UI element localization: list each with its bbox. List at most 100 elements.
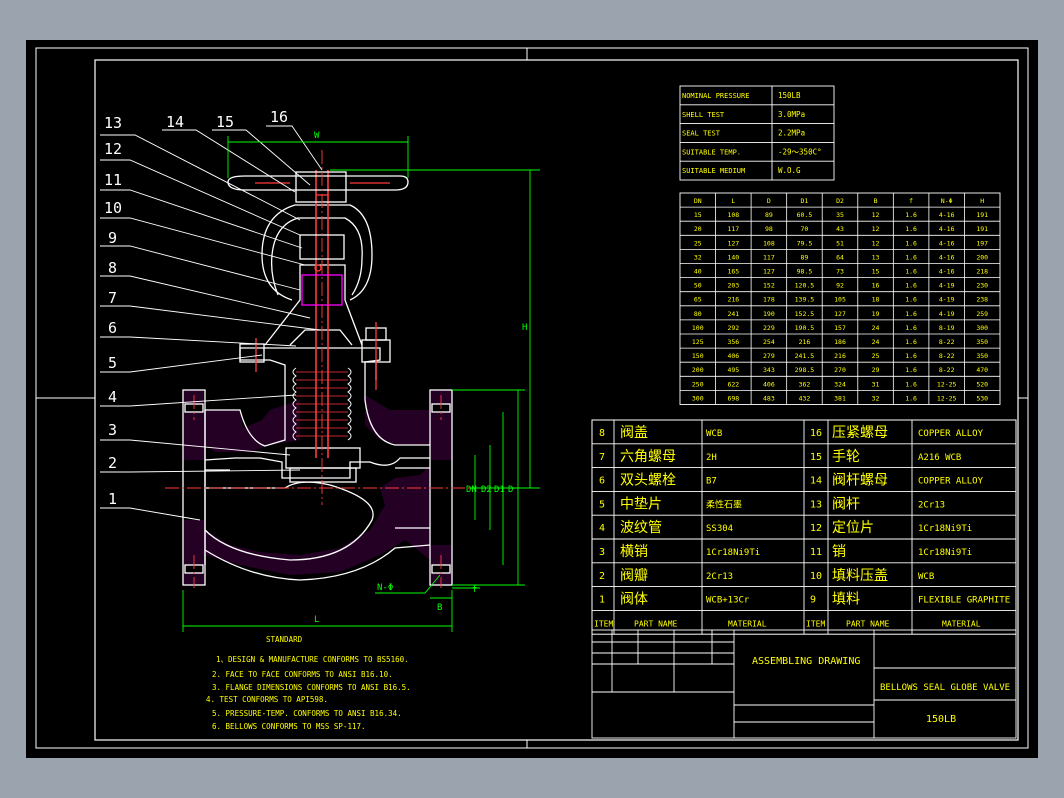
dim-table-cell: 1.6 xyxy=(905,225,917,233)
dim-table-cell: 29 xyxy=(872,366,880,374)
bom-item-no: 9 xyxy=(810,595,816,606)
dim-table-cell: 117 xyxy=(727,225,739,233)
bom-part-name: 填料 xyxy=(832,592,860,608)
bom-item-no: 2 xyxy=(599,571,605,582)
dim-table-cell: 40 xyxy=(694,268,702,276)
dim-table-cell: 108 xyxy=(727,211,739,219)
spec-label: SUITABLE MEDIUM xyxy=(682,167,745,175)
dim-table-cell: 12 xyxy=(872,211,880,219)
spec-label: SHELL TEST xyxy=(682,111,725,119)
bom-item-no: 15 xyxy=(810,452,822,463)
dim-table-cell: 98 xyxy=(765,225,773,233)
spec-value: W.O.G xyxy=(778,166,801,175)
dim-table-cell: 35 xyxy=(836,211,844,219)
bom-part-name: 销 xyxy=(832,544,846,560)
dim-table-cell: 127 xyxy=(727,239,739,247)
dim-label-bolt-holes: N-Φ xyxy=(377,583,393,593)
dim-table-cell: 406 xyxy=(763,380,775,388)
callout-13: 13 xyxy=(104,114,122,132)
dim-table-cell: 622 xyxy=(727,380,739,388)
bom-header-item: ITEM xyxy=(806,619,825,628)
bom-item-no: 14 xyxy=(810,476,822,487)
dim-label-dn: DN xyxy=(466,485,477,495)
bom-part-name: 双头螺栓 xyxy=(620,473,676,489)
dim-table-cell: 190.5 xyxy=(795,324,815,332)
standard-note-4: 4. TEST CONFORMS TO API598. xyxy=(206,695,328,704)
dim-table-cell: 279 xyxy=(763,352,775,360)
dim-table-cell: 1.6 xyxy=(905,282,917,290)
bom-header-item: ITEM xyxy=(594,619,613,628)
callout-6: 6 xyxy=(108,319,117,337)
dim-table-cell: 530 xyxy=(976,394,988,402)
bom-material: 2Cr13 xyxy=(918,500,945,510)
dim-table-cell: 483 xyxy=(763,394,775,402)
dim-table-cell: 32 xyxy=(694,253,702,261)
dim-table-cell: 20 xyxy=(694,225,702,233)
dim-table-cell: 89 xyxy=(765,211,773,219)
dim-table-cell: 79.5 xyxy=(797,239,813,247)
dim-table-cell: 89 xyxy=(801,253,809,261)
dim-table-cell: 19 xyxy=(872,310,880,318)
dim-table-cell: 98.5 xyxy=(797,268,813,276)
bom-item-no: 12 xyxy=(810,523,822,534)
dim-label-l: L xyxy=(314,615,319,625)
bom-part-name: 阀体 xyxy=(620,592,648,608)
dim-table-cell: 8-22 xyxy=(939,338,955,346)
bom-part-name: 中垫片 xyxy=(620,496,662,512)
bom-material: 1Cr18Ni9Ti xyxy=(706,548,760,558)
dim-table-header: L xyxy=(731,197,735,205)
bom-item-no: 1 xyxy=(599,595,605,606)
dim-table-cell: 8-22 xyxy=(939,366,955,374)
bom-material: FLEXIBLE GRAPHITE xyxy=(918,596,1010,606)
dim-table-cell: 31 xyxy=(872,380,880,388)
bom-material: WCB+13Cr xyxy=(706,596,750,606)
dim-table-cell: 1.6 xyxy=(905,268,917,276)
dim-table-cell: 12-25 xyxy=(937,394,957,402)
dim-table-cell: 698 xyxy=(727,394,739,402)
dim-table-cell: 64 xyxy=(836,253,844,261)
dim-table-cell: 125 xyxy=(692,338,704,346)
bom-part-name: 压紧螺母 xyxy=(832,425,888,441)
dim-table-cell: 165 xyxy=(727,268,739,276)
bom-part-name: 填料压盖 xyxy=(832,568,888,584)
dim-table-header: D1 xyxy=(801,197,809,205)
dim-label-h: H xyxy=(522,323,527,333)
spec-value: -29～350C° xyxy=(778,147,822,156)
dim-table-cell: 356 xyxy=(727,338,739,346)
bom-part-name: 手轮 xyxy=(832,449,860,465)
spec-value: 150LB xyxy=(778,91,801,100)
bom-material: 2Cr13 xyxy=(706,572,733,582)
dim-table-cell: 1.6 xyxy=(905,394,917,402)
dim-table-cell: 200 xyxy=(692,366,704,374)
bom-part-name: 横销 xyxy=(620,544,648,560)
dim-table-cell: 24 xyxy=(872,338,880,346)
dim-table-cell: 350 xyxy=(976,352,988,360)
dim-table-cell: 4-16 xyxy=(939,211,955,219)
dim-table-cell: 186 xyxy=(834,338,846,346)
dim-table-cell: 250 xyxy=(692,380,704,388)
bom-header-material: MATERIAL xyxy=(728,619,767,628)
dim-table-cell: 216 xyxy=(727,296,739,304)
bom-part-name: 定位片 xyxy=(832,520,874,536)
callout-2: 2 xyxy=(108,454,117,472)
dim-table-cell: 470 xyxy=(976,366,988,374)
standard-note-2: 2. FACE TO FACE CONFORMS TO ANSI B16.10. xyxy=(212,670,393,679)
dim-table-cell: 381 xyxy=(834,394,846,402)
standard-note-5: 5. PRESSURE-TEMP. CONFORMS TO ANSI B16.3… xyxy=(212,709,402,718)
dim-table-cell: 241.5 xyxy=(795,352,815,360)
bom-part-name: 阀杆 xyxy=(832,496,860,512)
dim-table-cell: 152.5 xyxy=(795,310,815,318)
bom-item-no: 10 xyxy=(810,571,822,582)
bom-item-no: 3 xyxy=(599,547,605,558)
dim-table-cell: 197 xyxy=(976,239,988,247)
bom-material: B7 xyxy=(706,477,717,487)
bom-part-name: 六角螺母 xyxy=(620,449,676,465)
dim-table-header: DN xyxy=(694,197,702,205)
dim-table-cell: 4-19 xyxy=(939,282,955,290)
dim-table-cell: 362 xyxy=(799,380,811,388)
dim-table-cell: 80 xyxy=(694,310,702,318)
bom-item-no: 7 xyxy=(599,452,605,463)
drawing-type: ASSEMBLING DRAWING xyxy=(752,656,860,667)
callout-3: 3 xyxy=(108,421,117,439)
dim-table-cell: 73 xyxy=(836,268,844,276)
